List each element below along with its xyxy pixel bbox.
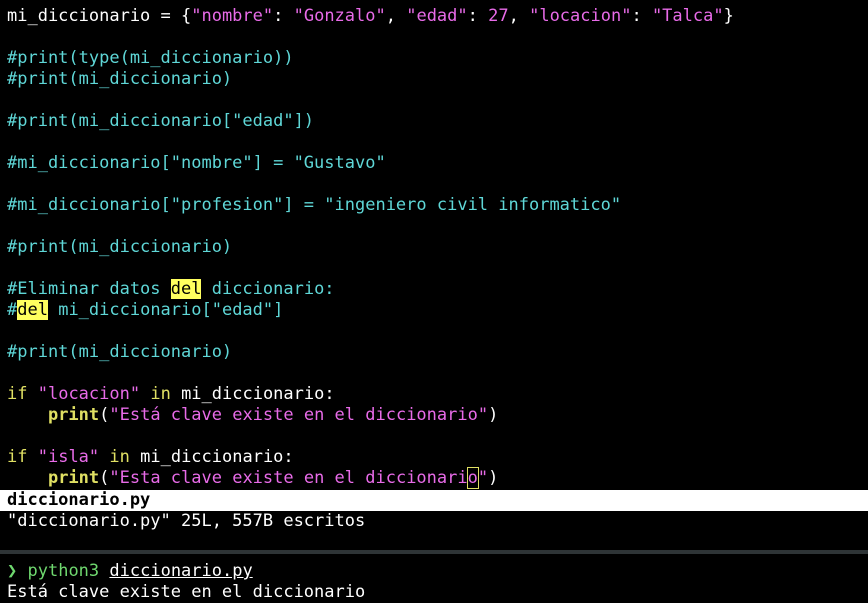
- code-token: in: [150, 384, 171, 404]
- code-token: "isla": [37, 447, 100, 467]
- code-line-3: #print(type(mi_diccionario)): [7, 48, 294, 68]
- code-line-14: #Eliminar datos del diccionario:: [7, 279, 335, 300]
- code-line-23: print("Esta clave existe en el diccionar…: [7, 467, 499, 489]
- code-token: print: [47, 468, 100, 488]
- code-token: "locacion": [37, 384, 141, 404]
- code-token: :: [631, 6, 652, 26]
- terminal-pane[interactable]: ❯ python3 diccionario.py Está clave exis…: [0, 554, 868, 602]
- code-token: in: [109, 447, 130, 467]
- shell-command: python3: [27, 561, 100, 581]
- code-token: "locacion": [529, 6, 632, 26]
- code-token: ": [477, 468, 489, 488]
- search-match: del: [170, 279, 202, 299]
- code-token: ,: [385, 6, 407, 26]
- code-token: "Gonzalo": [293, 6, 386, 26]
- code-token: }: [723, 6, 734, 26]
- code-line-17: #print(mi_diccionario): [7, 342, 233, 362]
- search-match: del: [17, 300, 48, 320]
- code-token: #Eliminar datos: [7, 279, 171, 299]
- code-line-12: #print(mi_diccionario): [7, 237, 233, 257]
- code-token: "Está clave existe en el diccionario": [109, 405, 489, 425]
- code-token: ,: [508, 6, 530, 26]
- shell-argument: diccionario.py: [109, 561, 253, 581]
- code-line-1: mi_diccionario = {"nombre": "Gonzalo", "…: [7, 6, 734, 27]
- code-token: "edad": [406, 6, 468, 26]
- code-token: mi_diccionario:: [129, 447, 294, 467]
- code-token: if: [7, 447, 28, 467]
- code-token: (: [99, 405, 110, 425]
- shell-output: Está clave existe en el diccionario: [7, 582, 366, 602]
- statusline-filename: diccionario.py: [7, 490, 151, 510]
- code-line-8: #mi_diccionario["nombre"] = "Gustavo": [7, 153, 386, 173]
- code-token: ): [488, 468, 499, 488]
- code-token: diccionario:: [201, 279, 335, 299]
- code-line-10: #mi_diccionario["profesion"] = "ingenier…: [7, 195, 622, 215]
- code-token: mi_diccionario = {: [7, 6, 192, 26]
- vim-statusline: diccionario.py: [0, 490, 868, 511]
- code-token: "nombre": [191, 6, 274, 26]
- code-line-4: #print(mi_diccionario): [7, 69, 233, 89]
- code-line-6: #print(mi_diccionario["edad"]): [7, 111, 315, 131]
- code-token: if: [7, 384, 28, 404]
- code-token: "Esta clave existe en el diccionari: [109, 468, 468, 488]
- code-line-20: print("Está clave existe en el diccionar…: [7, 405, 498, 426]
- code-token: print: [47, 405, 100, 425]
- code-line-22: if "isla" in mi_diccionario:: [7, 447, 294, 468]
- code-line-15: #del mi_diccionario["edad"]: [7, 300, 283, 321]
- code-token: :: [273, 6, 294, 26]
- vim-editor[interactable]: mi_diccionario = {"nombre": "Gonzalo", "…: [0, 0, 868, 550]
- code-token: "Talca": [651, 6, 724, 26]
- code-token: mi_diccionario["edad"]: [47, 300, 284, 320]
- code-token: mi_diccionario:: [170, 384, 335, 404]
- code-token: :: [467, 6, 489, 26]
- code-token: 27: [488, 6, 509, 26]
- text-cursor: o: [466, 467, 479, 489]
- code-token: #: [7, 300, 18, 320]
- prompt-chevron-icon: ❯: [7, 561, 18, 581]
- code-token: ): [488, 405, 499, 425]
- code-token: (: [99, 468, 110, 488]
- shell-prompt-line: ❯ python3 diccionario.py: [7, 561, 253, 582]
- code-line-19: if "locacion" in mi_diccionario:: [7, 384, 335, 405]
- vim-message-line: "diccionario.py" 25L, 557B escritos: [7, 511, 366, 531]
